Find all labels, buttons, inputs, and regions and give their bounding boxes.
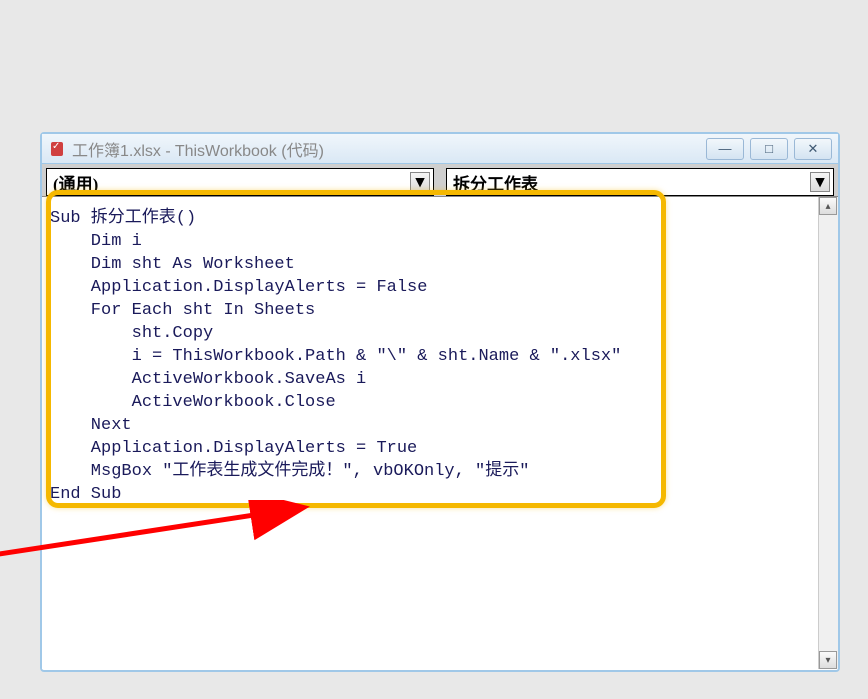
code-editor[interactable]: Sub 拆分工作表() Dim i Dim sht As Worksheet A… [42,197,818,669]
procedure-dropdown[interactable]: 拆分工作表 ▾ [446,168,834,196]
minimize-button[interactable]: — [706,138,744,160]
procedure-dropdown-label: 拆分工作表 [453,170,538,195]
vertical-scrollbar[interactable]: ▴ ▾ [818,197,838,669]
code-window: 工作簿1.xlsx - ThisWorkbook (代码) — □ ✕ (通用)… [40,132,840,672]
code-area-wrap: Sub 拆分工作表() Dim i Dim sht As Worksheet A… [42,197,838,669]
chevron-down-icon: ▾ [810,172,830,192]
window-controls: — □ ✕ [706,138,832,160]
maximize-button[interactable]: □ [750,138,788,160]
vba-icon [48,140,66,158]
window-title: 工作簿1.xlsx - ThisWorkbook (代码) [72,137,706,161]
object-dropdown[interactable]: (通用) ▾ [46,168,434,196]
titlebar: 工作簿1.xlsx - ThisWorkbook (代码) — □ ✕ [42,134,838,164]
close-button[interactable]: ✕ [794,138,832,160]
chevron-down-icon: ▾ [410,172,430,192]
scroll-up-icon[interactable]: ▴ [819,197,837,215]
dropdown-row: (通用) ▾ 拆分工作表 ▾ [42,164,838,197]
scroll-down-icon[interactable]: ▾ [819,651,837,669]
object-dropdown-label: (通用) [53,170,98,195]
